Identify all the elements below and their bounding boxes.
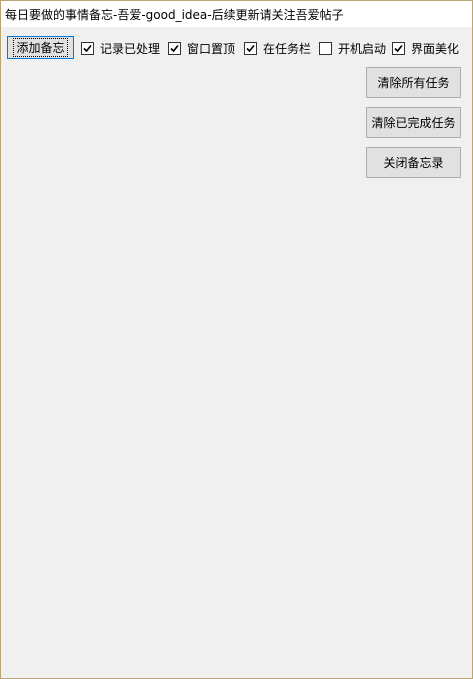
checkmark-icon xyxy=(394,44,403,52)
clear-completed-tasks-button[interactable]: 清除已完成任务 xyxy=(366,107,461,138)
add-memo-label: 添加备忘 xyxy=(13,38,68,57)
add-memo-button[interactable]: 添加备忘 xyxy=(7,36,74,59)
option-launch-on-startup[interactable]: 开机启动 xyxy=(319,40,386,56)
option-beautify-ui[interactable]: 界面美化 xyxy=(392,40,459,56)
in-taskbar-checkbox[interactable] xyxy=(244,41,257,55)
beautify-ui-checkbox[interactable] xyxy=(392,41,405,55)
launch-on-startup-checkbox[interactable] xyxy=(319,41,332,55)
in-taskbar-label: 在任务栏 xyxy=(263,41,312,56)
launch-on-startup-label: 开机启动 xyxy=(338,41,387,56)
record-processed-checkbox[interactable] xyxy=(81,41,94,55)
window-title: 每日要做的事情备忘-吾爱-good_idea-后续更新请关注吾爱帖子 xyxy=(5,8,344,22)
app-window: 每日要做的事情备忘-吾爱-good_idea-后续更新请关注吾爱帖子 添加备忘 … xyxy=(0,0,473,679)
checkmark-icon xyxy=(170,44,179,52)
checkmark-icon xyxy=(83,44,92,52)
window-on-top-checkbox[interactable] xyxy=(168,41,181,55)
beautify-ui-label: 界面美化 xyxy=(411,41,460,56)
window-on-top-label: 窗口置顶 xyxy=(187,41,236,56)
option-window-on-top[interactable]: 窗口置顶 xyxy=(168,40,235,56)
checkmark-icon xyxy=(246,44,255,52)
record-processed-label: 记录已处理 xyxy=(100,41,161,56)
close-memo-button[interactable]: 关闭备忘录 xyxy=(366,147,461,178)
title-bar: 每日要做的事情备忘-吾爱-good_idea-后续更新请关注吾爱帖子 xyxy=(1,1,472,27)
option-record-processed[interactable]: 记录已处理 xyxy=(81,40,160,56)
option-in-taskbar[interactable]: 在任务栏 xyxy=(244,40,311,56)
clear-all-tasks-button[interactable]: 清除所有任务 xyxy=(366,67,461,98)
